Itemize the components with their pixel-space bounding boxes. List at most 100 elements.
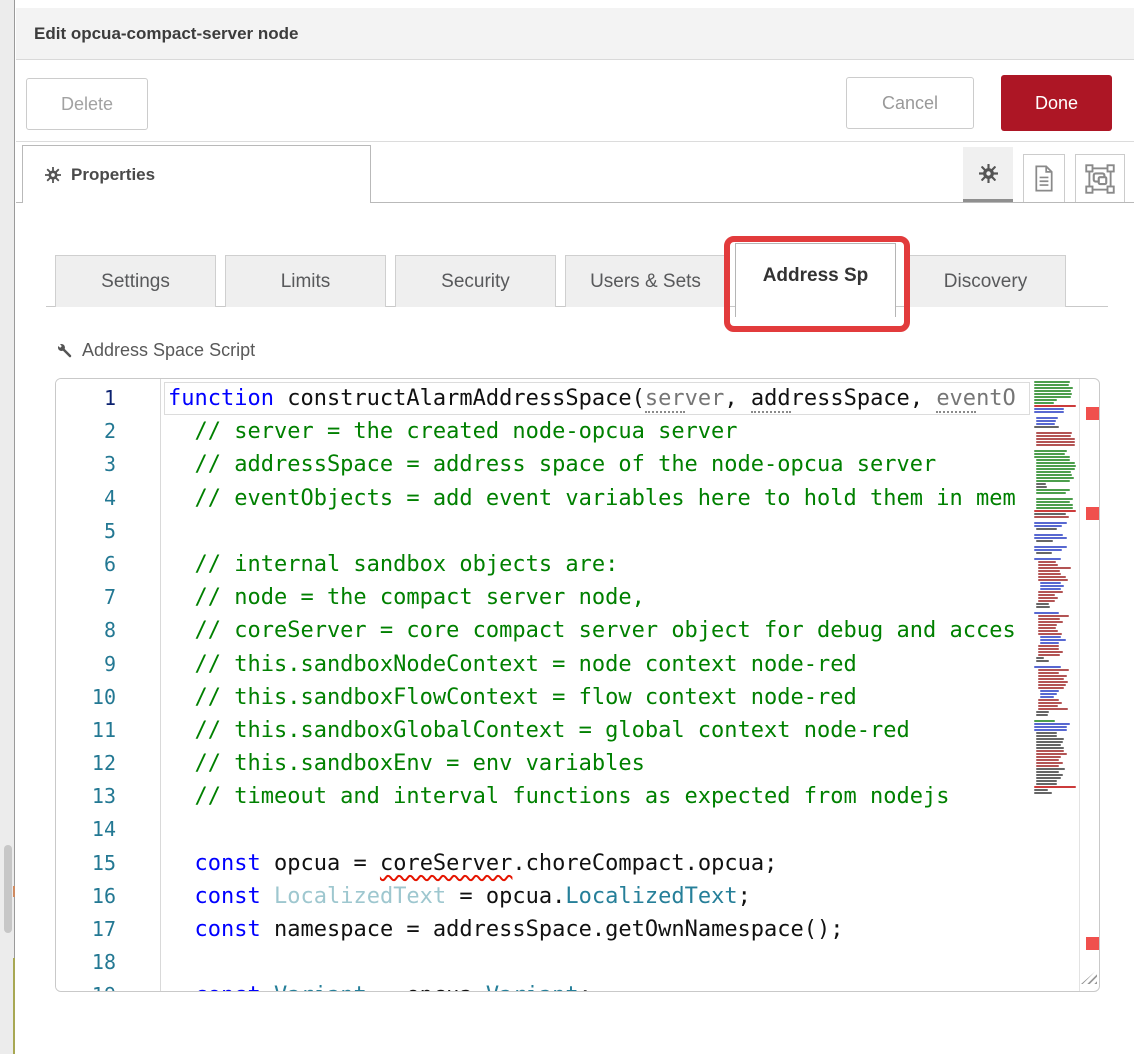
- delete-button[interactable]: Delete: [26, 78, 148, 130]
- page-scrollbar-thumb[interactable]: [4, 845, 12, 933]
- code-line[interactable]: // internal sandbox objects are:: [162, 548, 1034, 581]
- appearance-view-button[interactable]: [1075, 154, 1125, 203]
- line-number: 9: [56, 648, 160, 681]
- code-token: eve: [936, 386, 976, 413]
- minimap-row: [1036, 552, 1052, 554]
- minimap-row: [1036, 759, 1059, 761]
- code-line[interactable]: // eventObjects = add event variables he…: [162, 482, 1034, 515]
- code-token: const: [195, 851, 261, 876]
- line-number: 10: [56, 681, 160, 714]
- code-line[interactable]: // this.sandboxEnv = env variables: [162, 747, 1034, 780]
- minimap-row: [1038, 570, 1060, 572]
- code-line[interactable]: [162, 813, 1034, 846]
- editor-code-area[interactable]: function constructAlarmAddressSpace(serv…: [162, 379, 1034, 991]
- minimap-row: [1034, 405, 1076, 407]
- code-token: constructAlarmAddressSpace(: [274, 386, 645, 411]
- editor-overview-ruler: [1079, 379, 1100, 991]
- code-line[interactable]: // this.sandboxGlobalContext = global co…: [162, 714, 1034, 747]
- line-number: 18: [56, 946, 160, 979]
- code-line[interactable]: // this.sandboxFlowContext = flow contex…: [162, 681, 1034, 714]
- minimap-row: [1036, 744, 1061, 746]
- tab-properties[interactable]: Properties: [22, 145, 371, 203]
- minimap-row: [1036, 741, 1063, 743]
- minimap-row: [1036, 468, 1075, 470]
- code-line[interactable]: [162, 946, 1034, 979]
- code-token: // this.sandboxNodeContext = node contex…: [168, 652, 857, 677]
- code-line[interactable]: // addressSpace = address space of the n…: [162, 448, 1034, 481]
- tab-discovery[interactable]: Discovery: [905, 255, 1066, 307]
- minimap-row: [1038, 681, 1068, 683]
- minimap-row: [1036, 474, 1072, 476]
- tab-label: Security: [441, 271, 510, 293]
- cancel-button[interactable]: Cancel: [846, 77, 974, 129]
- tab-settings[interactable]: Settings: [55, 255, 216, 307]
- code-editor[interactable]: 12345678910111213141516171819 function c…: [55, 378, 1100, 992]
- code-line[interactable]: [162, 515, 1034, 548]
- minimap-row: [1038, 579, 1068, 581]
- code-line[interactable]: // node = the compact server node,: [162, 581, 1034, 614]
- page-minimap-fragment: [13, 886, 15, 897]
- tab-label: Users & Sets: [590, 271, 701, 293]
- minimap-row: [1040, 696, 1054, 698]
- minimap-row: [1034, 387, 1073, 389]
- tab-limits[interactable]: Limits: [225, 255, 386, 307]
- minimap-row: [1038, 669, 1069, 671]
- tab-users-sets[interactable]: Users & Sets: [565, 255, 726, 307]
- code-line[interactable]: // coreServer = core compact server obje…: [162, 614, 1034, 647]
- tab-address-sp[interactable]: Address Sp: [735, 243, 896, 317]
- minimap-row: [1036, 714, 1048, 716]
- minimap-row: [1034, 720, 1055, 722]
- code-token: const: [195, 917, 261, 942]
- description-view-button[interactable]: [1023, 154, 1065, 203]
- code-line[interactable]: // this.sandboxNodeContext = node contex…: [162, 648, 1034, 681]
- code-token: [168, 983, 195, 991]
- minimap-row: [1036, 750, 1064, 752]
- minimap-row: [1034, 399, 1057, 401]
- properties-tab-label: Properties: [71, 165, 155, 185]
- minimap-row: [1034, 546, 1067, 548]
- minimap-row: [1038, 699, 1059, 701]
- code-token: // this.sandboxFlowContext = flow contex…: [168, 685, 857, 710]
- code-token: [168, 851, 195, 876]
- minimap-row: [1036, 732, 1057, 734]
- minimap-row: [1038, 684, 1066, 686]
- minimap-row: [1038, 561, 1056, 563]
- minimap-row: [1038, 633, 1062, 635]
- properties-view-button[interactable]: [963, 147, 1013, 203]
- code-token: const: [195, 884, 261, 909]
- code-token: LocalizedText: [565, 884, 737, 909]
- editor-minimap[interactable]: [1034, 381, 1079, 989]
- line-number: 14: [56, 813, 160, 846]
- code-token: = opcua.: [367, 983, 486, 991]
- dialog-header: Edit opcua-compact-server node: [16, 8, 1134, 60]
- minimap-row: [1038, 654, 1060, 656]
- minimap-row: [1034, 456, 1070, 458]
- line-number: 3: [56, 448, 160, 481]
- code-line[interactable]: const Variant = opcua.Variant;: [162, 979, 1034, 991]
- error-marker: [1086, 507, 1099, 520]
- line-number: 12: [56, 747, 160, 780]
- minimap-row: [1034, 522, 1067, 524]
- minimap-row: [1040, 639, 1066, 641]
- minimap-row: [1036, 603, 1049, 605]
- done-button[interactable]: Done: [1001, 75, 1112, 131]
- code-line[interactable]: const opcua = coreServer.choreCompact.op…: [162, 847, 1034, 880]
- code-line[interactable]: // timeout and interval functions as exp…: [162, 780, 1034, 813]
- minimap-row: [1036, 492, 1066, 494]
- resize-grip[interactable]: [1081, 970, 1097, 984]
- code-token: [168, 917, 195, 942]
- line-number: 17: [56, 913, 160, 946]
- code-line[interactable]: const LocalizedText = opcua.LocalizedTex…: [162, 880, 1034, 913]
- minimap-row: [1036, 420, 1056, 422]
- code-line[interactable]: // server = the created node-opcua serve…: [162, 415, 1034, 448]
- minimap-row: [1036, 753, 1067, 755]
- code-token: ;: [738, 884, 751, 909]
- minimap-row: [1034, 558, 1061, 560]
- minimap-row: [1036, 477, 1074, 479]
- code-line[interactable]: const namespace = addressSpace.getOwnNam…: [162, 913, 1034, 946]
- line-number: 1: [56, 382, 160, 415]
- code-line[interactable]: function constructAlarmAddressSpace(serv…: [162, 382, 1034, 415]
- tab-security[interactable]: Security: [395, 255, 556, 307]
- code-token: ;: [579, 983, 592, 991]
- minimap-row: [1034, 408, 1064, 410]
